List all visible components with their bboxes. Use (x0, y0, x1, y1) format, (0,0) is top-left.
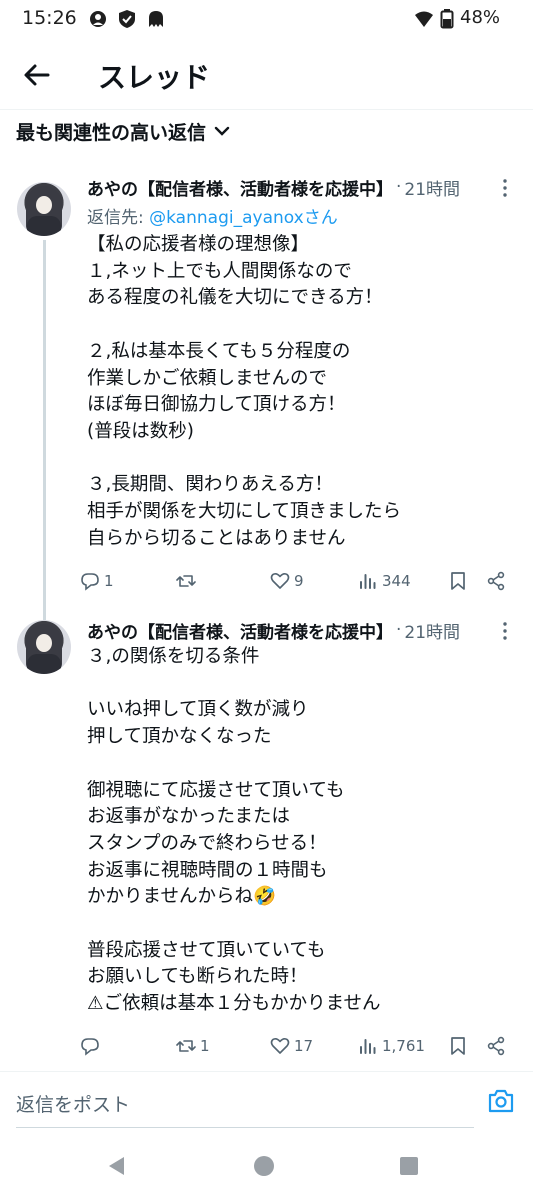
chevron-down-icon (214, 126, 230, 136)
avatar[interactable] (17, 182, 71, 236)
share-button[interactable] (486, 566, 506, 596)
retweet-icon (176, 1040, 196, 1052)
separator: · (396, 620, 402, 640)
status-time: 15:26 (22, 7, 77, 29)
reply-count: 1 (104, 572, 114, 590)
nav-home-icon[interactable] (254, 1156, 274, 1176)
tweet-time[interactable]: 21時間 (404, 618, 460, 643)
camera-icon[interactable] (487, 1088, 515, 1114)
heart-icon (270, 573, 290, 589)
separator: · (396, 177, 402, 197)
retweet-button[interactable] (176, 566, 200, 596)
bookmark-icon (451, 1037, 465, 1055)
author-name[interactable]: あやの【配信者様、活動者様を応援中】 (87, 618, 393, 643)
thread-line (43, 240, 46, 620)
like-count: 9 (294, 572, 304, 590)
views-button[interactable]: 344 (358, 566, 411, 596)
status-bar: 15:26 48% (0, 0, 533, 38)
reply-icon (81, 1038, 99, 1056)
avatar[interactable] (17, 620, 71, 674)
share-button[interactable] (486, 1031, 506, 1061)
reply-button[interactable]: 1 (80, 566, 114, 596)
tweet-header: あやの【配信者様、活動者様を応援中】 · 21時間 (87, 174, 460, 200)
thread-screen: 15:26 48% スレッド 最も関連性の高い返信 あやの【配信者様、活動者様を… (0, 0, 533, 1200)
reply-underline (16, 1127, 474, 1128)
tweet-actions: 1 9 344 (80, 566, 520, 596)
bookmark-icon (451, 572, 465, 590)
reply-input[interactable]: 返信をポスト (16, 1090, 130, 1117)
heart-icon (270, 1038, 290, 1054)
wifi-icon (415, 11, 433, 27)
battery-percent: 48% (460, 7, 501, 28)
bookmark-button[interactable] (448, 566, 468, 596)
shield-icon (119, 10, 135, 28)
tweet-text: ３,の関係を切る条件 いいね押して頂く数が減り 押して頂かなくなった 御視聴にて… (87, 646, 381, 1015)
battery-icon (440, 9, 454, 29)
author-name[interactable]: あやの【配信者様、活動者様を応援中】 (87, 175, 393, 200)
tweet-text: 【私の応援者様の理想像】 １,ネット上でも人間関係なので ある程度の礼儀を大切に… (87, 234, 401, 549)
page-title: スレッド (98, 61, 211, 94)
reply-prefix: 返信先: (87, 208, 150, 228)
reply-button[interactable] (80, 1031, 104, 1061)
view-count: 344 (382, 572, 411, 590)
reply-handle-link[interactable]: @kannagi_ayanoxさん (149, 208, 338, 228)
tweet-actions: 1 17 1,761 (80, 1031, 520, 1061)
like-button[interactable]: 17 (270, 1031, 313, 1061)
like-button[interactable]: 9 (270, 566, 304, 596)
more-vert-icon[interactable] (495, 621, 515, 641)
reply-icon (81, 573, 99, 591)
system-nav-bar (0, 1131, 533, 1200)
views-button[interactable]: 1,761 (358, 1031, 425, 1061)
sort-label: 最も関連性の高い返信 (16, 121, 207, 144)
app-notification-icon (149, 11, 163, 27)
like-count: 17 (294, 1037, 314, 1055)
more-vert-icon[interactable] (495, 178, 515, 198)
view-count: 1,761 (382, 1037, 425, 1055)
top-app-bar: スレッド (0, 38, 533, 110)
retweet-count: 1 (200, 1037, 210, 1055)
bookmark-button[interactable] (448, 1031, 468, 1061)
nav-recents-icon[interactable] (400, 1157, 418, 1175)
analytics-icon (360, 1039, 376, 1054)
retweet-icon (176, 575, 196, 587)
retweet-button[interactable]: 1 (176, 1031, 210, 1061)
share-icon (487, 571, 505, 591)
arrow-left-icon[interactable] (20, 58, 54, 92)
assistant-icon (90, 11, 106, 27)
tweet-header: あやの【配信者様、活動者様を応援中】 · 21時間 (87, 617, 460, 643)
share-icon (487, 1036, 505, 1056)
nav-back-icon[interactable] (106, 1155, 128, 1177)
reply-composer: 返信をポスト (0, 1071, 533, 1131)
replying-to: 返信先: @kannagi_ayanoxさん (87, 203, 338, 228)
analytics-icon (360, 574, 376, 589)
sort-dropdown[interactable]: 最も関連性の高い返信 (16, 117, 230, 145)
tweet-time[interactable]: 21時間 (404, 175, 460, 200)
